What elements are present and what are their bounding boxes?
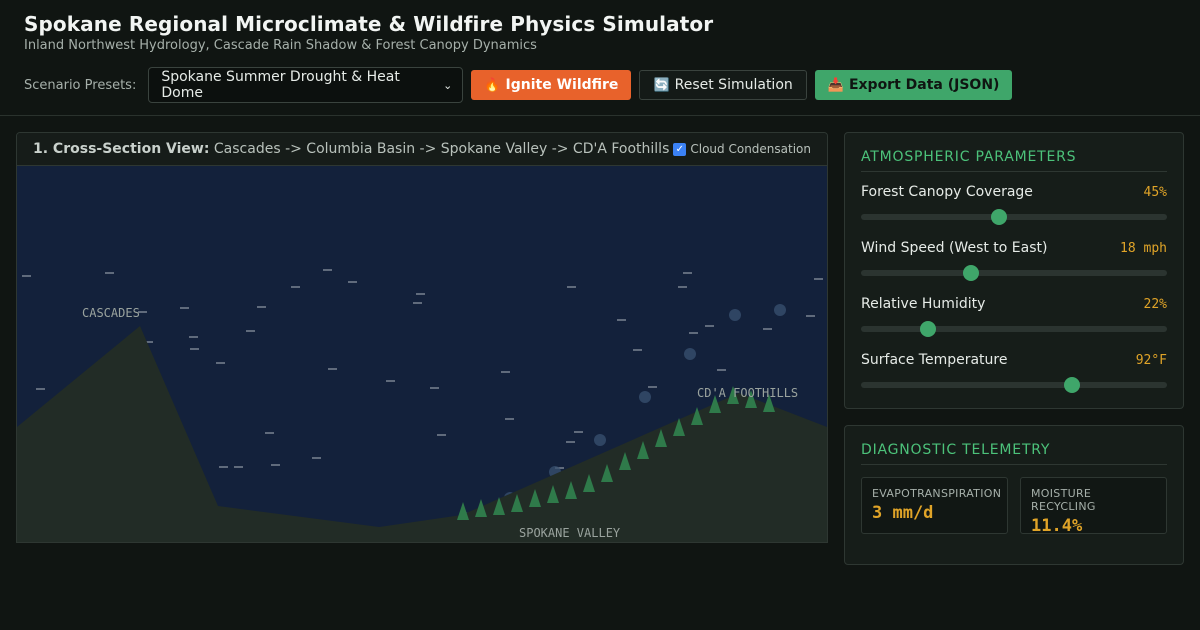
atmospheric-parameters-title: ATMOSPHERIC PARAMETERS <box>861 149 1167 172</box>
telemetry-value: 11.4% <box>1031 516 1083 536</box>
param-label: Relative Humidity <box>861 296 986 312</box>
header-divider <box>0 115 1200 116</box>
scenario-preset-value: Spokane Summer Drought & Heat Dome <box>161 69 400 101</box>
canopy-slider[interactable] <box>861 209 1167 225</box>
param-value: 92°F <box>1135 352 1167 368</box>
atmospheric-parameters-panel: ATMOSPHERIC PARAMETERS Forest Canopy Cov… <box>844 132 1184 409</box>
label-spokane-valley: SPOKANE VALLEY <box>519 526 621 540</box>
param-relative-humidity: Relative Humidity 22% <box>861 296 1167 340</box>
param-value: 18 mph <box>1120 240 1167 256</box>
export-data-label: Export Data (JSON) <box>848 77 1000 93</box>
scenario-preset-select[interactable]: Spokane Summer Drought & Heat Dome ⌄ <box>148 67 464 103</box>
cross-section-route: Cascades -> Columbia Basin -> Spokane Va… <box>209 141 670 157</box>
slider-thumb[interactable] <box>990 209 1007 225</box>
simulation-canvas[interactable]: CASCADES CD'A FOOTHILLS SPOKANE VALLEY <box>17 166 827 543</box>
param-wind-speed: Wind Speed (West to East) 18 mph <box>861 240 1167 284</box>
vapor-particle <box>639 391 651 403</box>
app-header: Spokane Regional Microclimate & Wildfire… <box>24 12 713 53</box>
telemetry-card-evapotranspiration: EVAPOTRANSPIRATION 3 mm/d <box>861 477 1008 534</box>
vapor-particle <box>774 304 786 316</box>
cross-section-header: 1. Cross-Section View: Cascades -> Colum… <box>17 133 827 166</box>
reset-simulation-label: Reset Simulation <box>674 77 793 93</box>
refresh-icon: 🔄 <box>653 77 670 93</box>
app-title: Spokane Regional Microclimate & Wildfire… <box>24 12 714 36</box>
cloud-condensation-label: Cloud Condensation <box>690 142 811 156</box>
fire-icon: 🔥 <box>484 77 501 93</box>
param-forest-canopy: Forest Canopy Coverage 45% <box>861 184 1167 228</box>
chevron-down-icon: ⌄ <box>443 78 453 92</box>
diagnostic-telemetry-title: DIAGNOSTIC TELEMETRY <box>861 442 1167 465</box>
cloud-condensation-checkbox[interactable]: ✓ <box>673 142 687 156</box>
cross-section-panel: 1. Cross-Section View: Cascades -> Colum… <box>16 132 828 543</box>
humidity-slider[interactable] <box>861 321 1167 337</box>
slider-thumb[interactable] <box>1064 377 1081 393</box>
param-surface-temperature: Surface Temperature 92°F <box>861 352 1167 396</box>
wind-speed-slider[interactable] <box>861 265 1167 281</box>
param-value: 22% <box>1143 296 1167 312</box>
ignite-wildfire-label: Ignite Wildfire <box>505 77 619 93</box>
cross-section-title-prefix: 1. Cross-Section View: <box>33 141 210 157</box>
diagnostic-telemetry-panel: DIAGNOSTIC TELEMETRY EVAPOTRANSPIRATION … <box>844 425 1184 565</box>
telemetry-label: EVAPOTRANSPIRATION <box>872 487 1002 500</box>
slider-thumb[interactable] <box>920 321 937 337</box>
slider-thumb[interactable] <box>963 265 980 281</box>
inbox-tray-icon: 📥 <box>827 77 844 93</box>
telemetry-card-moisture-recycling: MOISTURE RECYCLING 11.4% <box>1020 477 1167 536</box>
param-value: 45% <box>1143 184 1167 200</box>
param-label: Surface Temperature <box>861 352 1008 368</box>
vapor-particle <box>684 348 696 360</box>
param-label: Forest Canopy Coverage <box>861 184 1033 200</box>
temperature-slider[interactable] <box>861 377 1167 393</box>
ignite-wildfire-button[interactable]: 🔥 Ignite Wildfire <box>471 70 632 100</box>
cross-section-title: 1. Cross-Section View: Cascades -> Colum… <box>33 141 669 157</box>
label-cascades: CASCADES <box>82 306 140 320</box>
telemetry-value: 3 mm/d <box>872 503 934 523</box>
telemetry-label: MOISTURE RECYCLING <box>1031 487 1096 513</box>
app-subtitle: Inland Northwest Hydrology, Cascade Rain… <box>24 38 537 53</box>
vapor-particle <box>729 309 741 321</box>
reset-simulation-button[interactable]: 🔄 Reset Simulation <box>639 70 807 100</box>
param-label: Wind Speed (West to East) <box>861 240 1048 256</box>
cloud-condensation-toggle[interactable]: ✓ Cloud Condensation <box>673 142 811 156</box>
vapor-particle <box>594 434 606 446</box>
label-cda-foothills: CD'A FOOTHILLS <box>697 386 798 400</box>
export-data-button[interactable]: 📥 Export Data (JSON) <box>814 70 1013 100</box>
scenario-presets-label: Scenario Presets: <box>24 77 137 93</box>
toolbar: Scenario Presets: Spokane Summer Drought… <box>24 67 1020 103</box>
